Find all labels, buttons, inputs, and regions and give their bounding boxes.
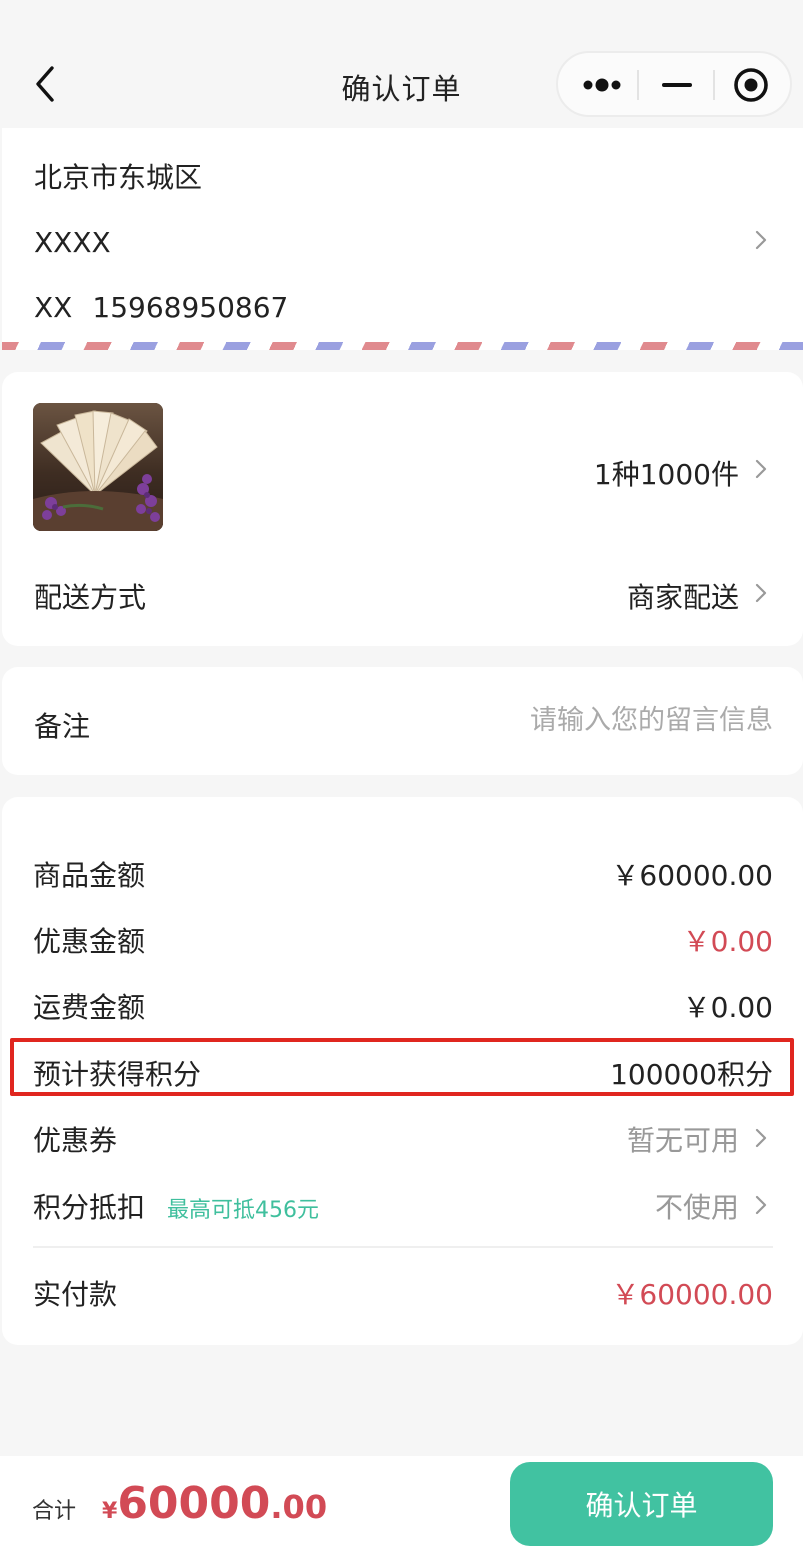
points-deduct-label: 积分抵扣 bbox=[33, 1191, 146, 1224]
total-decimal: .00 bbox=[270, 1488, 328, 1526]
confirm-order-button[interactable]: 确认订单 bbox=[510, 1462, 773, 1546]
shipping-label: 配送方式 bbox=[34, 581, 147, 614]
points-deduct-row[interactable]: 积分抵扣 最高可抵456元 不使用 bbox=[2, 1180, 803, 1230]
chevron-right-icon bbox=[755, 230, 767, 250]
freight-value: ￥0.00 bbox=[682, 991, 773, 1024]
bottom-bar: 合计 ¥60000.00 确认订单 bbox=[0, 1456, 803, 1549]
chevron-right-icon bbox=[755, 583, 767, 603]
paid-row: 实付款 ￥60000.00 bbox=[2, 1267, 803, 1317]
chevron-right-icon bbox=[755, 459, 767, 479]
coupon-row[interactable]: 优惠券 暂无可用 bbox=[2, 1113, 803, 1163]
mini-program-capsule bbox=[556, 51, 792, 117]
goods-amount-row: 商品金额 ￥60000.00 bbox=[2, 848, 803, 898]
close-target-icon[interactable] bbox=[712, 53, 790, 115]
points-deduct-tip: 最高可抵456元 bbox=[167, 1198, 319, 1223]
nav-bar: 确认订单 bbox=[0, 0, 803, 128]
discount-row: 优惠金额 ￥0.00 bbox=[2, 914, 803, 964]
address-card[interactable]: 北京市东城区 XXXX XX 15968950867 bbox=[2, 128, 803, 350]
coupon-label: 优惠券 bbox=[33, 1124, 118, 1157]
currency-symbol: ¥ bbox=[102, 1499, 118, 1524]
total-label: 合计 bbox=[32, 1499, 77, 1524]
address-detail: XXXX bbox=[34, 226, 111, 259]
divider bbox=[33, 1246, 773, 1248]
more-icon[interactable] bbox=[562, 53, 640, 115]
contact-name: XX bbox=[34, 291, 73, 324]
paid-label: 实付款 bbox=[33, 1278, 118, 1311]
chevron-right-icon bbox=[755, 1195, 767, 1215]
product-image[interactable] bbox=[33, 403, 163, 531]
coupon-value: 暂无可用 bbox=[626, 1124, 739, 1157]
shipping-method-selector[interactable]: 商家配送 bbox=[627, 576, 739, 616]
note-card: 备注 bbox=[2, 667, 803, 775]
total-integer: 60000 bbox=[117, 1478, 271, 1529]
freight-label: 运费金额 bbox=[33, 991, 146, 1024]
contact-phone: 15968950867 bbox=[92, 291, 289, 324]
goods-count[interactable]: 1种1000件 bbox=[594, 453, 739, 493]
points-earned-row: 预计获得积分 100000积分 bbox=[2, 1047, 803, 1097]
points-deduct-value: 不使用 bbox=[654, 1191, 739, 1224]
address-contact: XX 15968950867 bbox=[34, 291, 308, 324]
discount-value: ￥0.00 bbox=[682, 925, 773, 958]
envelope-stripe bbox=[2, 342, 803, 350]
goods-card: 1种1000件 配送方式 商家配送 bbox=[2, 372, 803, 646]
address-region: 北京市东城区 bbox=[34, 161, 203, 194]
goods-amount-value: ￥60000.00 bbox=[611, 859, 773, 892]
note-label: 备注 bbox=[34, 710, 91, 743]
points-earned-label: 预计获得积分 bbox=[33, 1058, 202, 1091]
paid-value: ￥60000.00 bbox=[611, 1278, 773, 1311]
total-amount: ¥60000.00 bbox=[102, 1478, 327, 1529]
goods-amount-label: 商品金额 bbox=[33, 859, 146, 892]
freight-row: 运费金额 ￥0.00 bbox=[2, 980, 803, 1030]
note-input[interactable] bbox=[413, 699, 773, 741]
chevron-right-icon bbox=[755, 1128, 767, 1148]
points-earned-value: 100000积分 bbox=[610, 1058, 773, 1091]
price-summary-card: 商品金额 ￥60000.00 优惠金额 ￥0.00 运费金额 ￥0.00 预计获… bbox=[2, 797, 803, 1345]
discount-label: 优惠金额 bbox=[33, 925, 146, 958]
minimize-icon[interactable] bbox=[638, 53, 716, 115]
